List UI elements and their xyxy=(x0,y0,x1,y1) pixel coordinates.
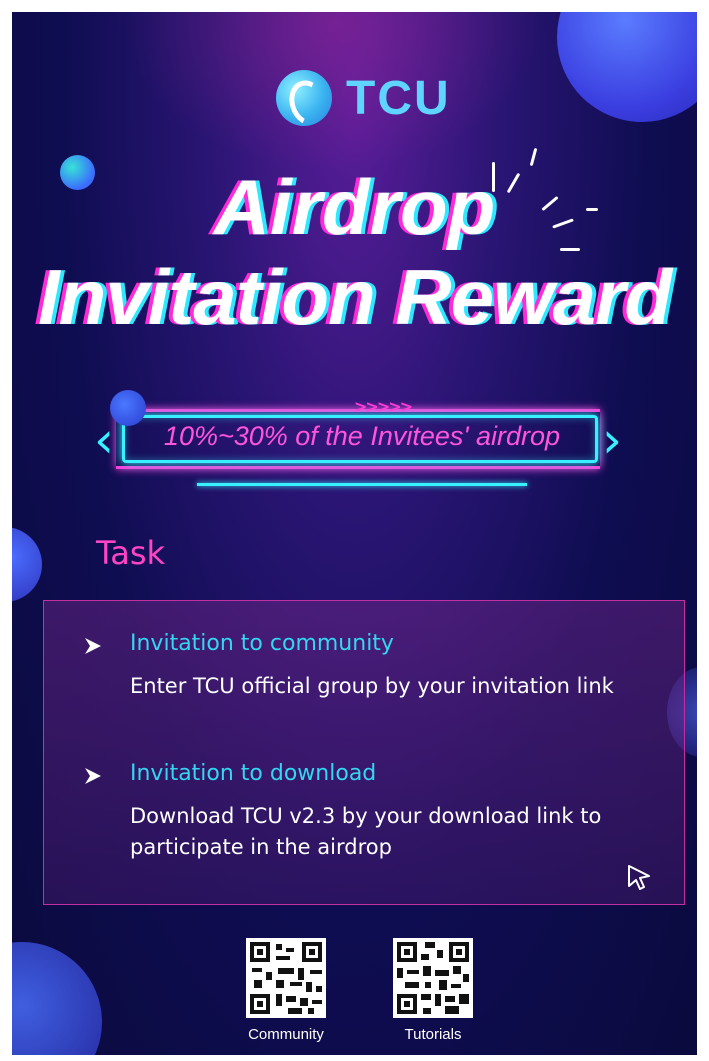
task-item-title: Invitation to community xyxy=(130,631,394,656)
task-item-description: Download TCU v2.3 by your download link … xyxy=(130,804,602,859)
qr-code-icon xyxy=(246,938,326,1018)
reward-banner: ‹ › >>>>> 10%~30% of the Invitees' airdr… xyxy=(94,397,622,487)
qr-label: Community xyxy=(248,1026,324,1043)
task-section-title: Task xyxy=(96,534,166,572)
brand-name: TCU xyxy=(346,71,451,125)
poster: TCU Airdrop Invitation Reward ‹ › >>>>> … xyxy=(12,12,697,1055)
reward-banner-text: 10%~30% of the Invitees' airdrop xyxy=(163,421,561,451)
qr-label: Tutorials xyxy=(404,1026,462,1043)
task-card: Invitation to community Enter TCU offici… xyxy=(43,600,685,905)
banner-arrows: >>>>> xyxy=(354,397,413,416)
orb-decoration xyxy=(12,527,42,602)
planet-decoration xyxy=(557,12,697,122)
headline-invitation-reward: Invitation Reward xyxy=(37,253,672,341)
headline-airdrop: Airdrop xyxy=(213,163,496,251)
brand-logo: TCU xyxy=(276,70,451,126)
planet-decoration xyxy=(12,942,102,1055)
arrow-right-icon xyxy=(85,768,101,784)
community-qr[interactable]: Community xyxy=(246,938,326,1043)
arrow-right-icon xyxy=(85,638,101,654)
qr-code-icon xyxy=(393,938,473,1018)
yin-yang-logo-icon xyxy=(276,70,332,126)
orb-decoration xyxy=(110,390,146,426)
cursor-icon xyxy=(628,865,650,890)
task-item-description: Enter TCU official group by your invitat… xyxy=(130,674,614,698)
task-item-title: Invitation to download xyxy=(130,761,377,786)
tutorials-qr[interactable]: Tutorials xyxy=(393,938,473,1043)
